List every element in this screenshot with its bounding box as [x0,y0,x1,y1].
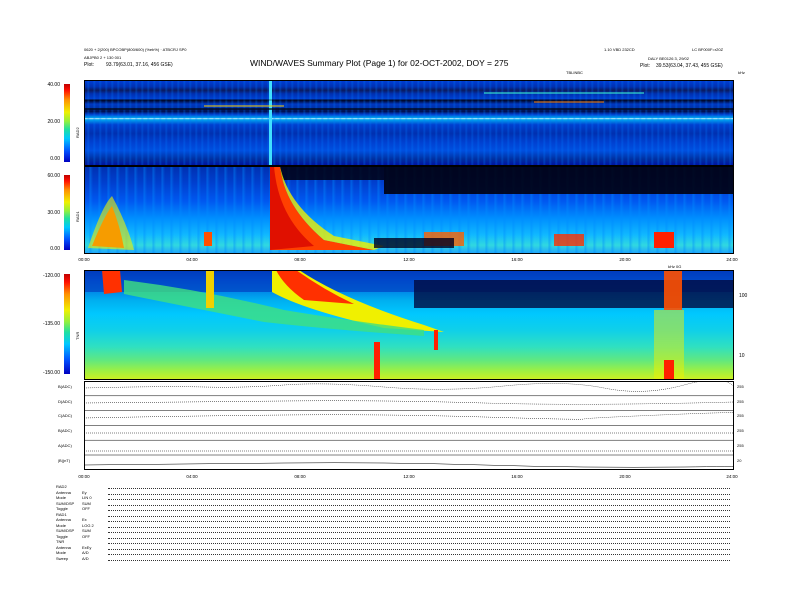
footer-row-label: Mode [56,495,67,500]
footer-row-dotline [108,559,730,561]
rad1-ytick: 0.00 [50,246,60,252]
rad2-ytick: 40.00 [47,82,60,88]
footer-row-dotline [108,532,730,533]
xtick: 20:00 [619,257,631,262]
footer-row-dotline [108,526,730,528]
tnr-frame [84,270,734,380]
footer-row-dotline [108,499,730,500]
hk-row-label: D(ADC) [58,399,72,404]
header-unit: kHz [738,70,745,75]
tnr-right-top-label: kHz 0G [668,264,682,269]
rad1-axis-label: RAD1 [75,211,80,222]
footer-row-dotline [108,504,730,506]
header-right-top: LC BF000F=r20Z [692,47,724,52]
page-title: WIND/WAVES Summary Plot (Page 1) for 02-… [250,58,509,68]
footer-row-label: RAD2 [56,484,67,489]
footer-row-label: Mode [56,522,67,528]
header-left-plot-label: Plot: [84,62,95,68]
hk-right-label: 255 [737,443,744,448]
xtick: 00:00 [78,474,90,479]
xtick: 12:00 [403,257,415,262]
header-center-right: 1.10 VBD 232CD [604,47,635,52]
footer-row-dotline [108,543,730,544]
tnr-right-tick: 100 [739,293,748,299]
xtick: 20:00 [619,474,631,479]
hk-right-label: 255 [737,413,744,418]
footer-row-dotline [108,548,730,550]
footer-row-value: LOG 2 [82,522,94,528]
header-left-coords: 93.79(63.01, 37.16, 456 GSE) [106,62,173,68]
rad2-frame [84,80,734,166]
rad2-ytick: 0.00 [50,156,60,162]
footer-row-label: Toggle [56,506,68,511]
footer-row-dotline [108,537,730,539]
footer-row-dotline [108,554,730,555]
xtick: 24:00 [726,474,738,479]
footer-row-dotline [108,493,730,495]
xtick: 24:00 [726,257,738,262]
housekeeping-lines [84,381,734,468]
footer-row-label: SUM/DSP [56,500,75,506]
rad1-colorbar [64,175,70,250]
header-right-line2: DALY BE0126 3, 29/02 [648,56,689,61]
footer-row-value: SUM [82,528,91,533]
footer-row-dotline [108,515,730,517]
tnr-ytick: -135.00 [43,321,60,327]
footer-row-value: SUM [82,500,91,506]
tnr-axis-label: TNR [75,331,80,340]
xtick: 04:00 [186,257,198,262]
footer-row-value: OFF [82,506,90,511]
footer-row-label: Antenna [56,489,71,495]
header-sub-center: TBLINBC [566,70,583,75]
footer-row-label: RAD1 [56,511,67,517]
hk-right-label: 255 [737,384,744,389]
tnr-right-tick: 10 [739,353,745,359]
footer-row-label: Toggle [56,533,68,539]
tnr-ytick: -120.00 [43,273,60,279]
footer-row-value: Ex [82,517,87,522]
xtick: 00:00 [78,257,90,262]
tnr-colorbar [64,274,70,374]
footer-row-label: Mode [56,550,67,555]
footer-row-value: Ey [82,489,87,495]
xtick: 16:00 [511,257,523,262]
footer-row-dotline [108,521,730,522]
rad2-axis-label: RAD2 [75,127,80,138]
footer-row-label: Antenna [56,517,71,522]
footer-row-dotline [108,510,730,511]
hk-right-label: 20 [737,458,742,463]
hk-right-label: 255 [737,428,744,433]
footer-row-label: TNR [56,539,65,544]
xtick: 08:00 [294,474,306,479]
xtick: 16:00 [511,474,523,479]
rad1-frame [84,166,734,254]
header-right-plot-label: Plot: [640,63,651,69]
header-left-line2: ABJPB0 2 + 130 001 [84,55,122,60]
xtick: 12:00 [403,474,415,479]
hk-row-label: C(ADC) [58,413,72,418]
footer-row-value: OFF [82,533,90,539]
tnr-ytick: -150.00 [43,370,60,376]
header-right-coords: 39.53(63.04, 37.43, 455 GSE) [656,63,723,69]
footer-row-label: Antenna [56,544,71,550]
hk-row-label: B(ADC) [58,428,72,433]
header-left-line1: 0620 + 2(200) BPCOBP(800/600) (%eb%) · A… [84,47,187,52]
rad1-ytick: 60.00 [47,173,60,179]
hk-row-label: |B|(nT) [58,458,71,463]
footer-row-dotline [108,488,730,489]
rad2-colorbar [64,84,70,162]
footer-row-label: Sweep [56,555,69,561]
hk-right-label: 255 [737,399,744,404]
rad1-ytick: 30.00 [47,210,60,216]
hk-row-label: A(ADC) [58,443,72,448]
hk-row-label: B(ADC) [58,384,72,389]
xtick: 04:00 [186,474,198,479]
footer-row-value: ExEy [82,544,92,550]
rad2-ytick: 20.00 [47,119,60,125]
xtick: 08:00 [294,257,306,262]
footer-row-label: SUM/DSP [56,528,75,533]
footer-row-value: LIN 0 [82,495,92,500]
footer-row-value: A/D [82,550,89,555]
footer-row-value: A/D [82,555,89,561]
